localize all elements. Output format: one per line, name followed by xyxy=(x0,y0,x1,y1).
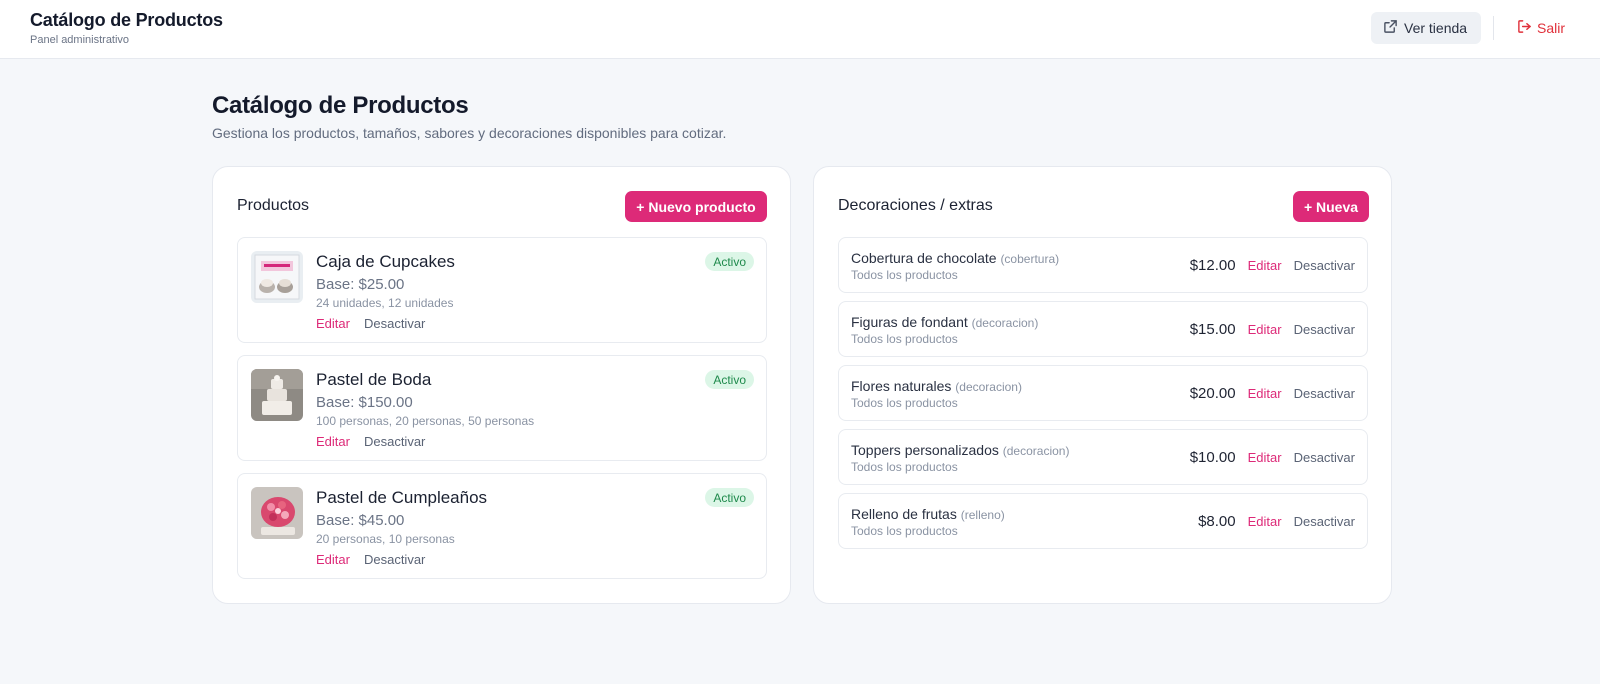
decoration-scope: Todos los productos xyxy=(851,396,958,410)
decorations-list: Cobertura de chocolate (cobertura) Todos… xyxy=(838,237,1368,557)
logout-button[interactable]: Salir xyxy=(1517,12,1565,44)
product-name: Pastel de Cumpleaños xyxy=(316,488,488,507)
products-panel: Productos + Nuevo producto Caja de Cupca… xyxy=(212,166,791,604)
deactivate-decoration-link[interactable]: Desactivar xyxy=(1294,386,1355,401)
products-title: Productos xyxy=(237,197,310,214)
header-divider xyxy=(1493,16,1494,40)
edit-decoration-link[interactable]: Editar xyxy=(1248,450,1282,465)
edit-product-link[interactable]: Editar xyxy=(316,434,350,449)
app-subtitle: Panel administrativo xyxy=(30,34,130,46)
edit-decoration-link[interactable]: Editar xyxy=(1248,322,1282,337)
edit-product-link[interactable]: Editar xyxy=(316,552,350,567)
product-card: Caja de Cupcakes Base: $25.00 24 unidade… xyxy=(237,237,767,343)
page-subtitle: Gestiona los productos, tamaños, sabores… xyxy=(212,125,727,141)
edit-decoration-link[interactable]: Editar xyxy=(1248,258,1282,273)
status-badge: Activo xyxy=(705,488,754,507)
decoration-name: Figuras de fondant xyxy=(851,314,968,330)
product-actions: Editar Desactivar xyxy=(316,434,425,449)
decoration-scope: Todos los productos xyxy=(851,332,958,346)
product-base-price: Base: $25.00 xyxy=(316,276,405,293)
product-base-price: Base: $45.00 xyxy=(316,512,405,529)
decoration-type: (decoracion) xyxy=(955,380,1022,394)
logout-label: Salir xyxy=(1537,20,1566,36)
products-list: Caja de Cupcakes Base: $25.00 24 unidade… xyxy=(237,237,767,591)
decoration-row: Toppers personalizados (decoracion) Todo… xyxy=(838,429,1368,485)
decoration-row: Cobertura de chocolate (cobertura) Todos… xyxy=(838,237,1368,293)
product-image xyxy=(251,487,303,539)
product-sizes: 24 unidades, 12 unidades xyxy=(316,296,454,310)
decoration-type: (cobertura) xyxy=(1000,252,1060,266)
product-sizes: 20 personas, 10 personas xyxy=(316,532,455,546)
product-sizes: 100 personas, 20 personas, 50 personas xyxy=(316,414,535,428)
external-link-icon xyxy=(1383,19,1398,37)
product-actions: Editar Desactivar xyxy=(316,552,425,567)
deactivate-product-link[interactable]: Desactivar xyxy=(364,434,425,449)
decorations-title: Decoraciones / extras xyxy=(838,197,993,214)
decoration-name: Relleno de frutas xyxy=(851,506,957,522)
decoration-price: $12.00 xyxy=(1189,256,1236,274)
decoration-row: Figuras de fondant (decoracion) Todos lo… xyxy=(838,301,1368,357)
deactivate-decoration-link[interactable]: Desactivar xyxy=(1294,258,1355,273)
logout-icon xyxy=(1517,19,1532,37)
decoration-price: $20.00 xyxy=(1189,384,1236,402)
decoration-price: $8.00 xyxy=(1198,512,1236,530)
view-store-button[interactable]: Ver tienda xyxy=(1371,12,1481,44)
status-badge: Activo xyxy=(705,252,754,271)
new-decoration-button[interactable]: + Nueva xyxy=(1293,191,1369,222)
decoration-type: (decoracion) xyxy=(971,316,1039,330)
decoration-type: (relleno) xyxy=(960,508,1005,522)
product-name: Pastel de Boda xyxy=(316,370,432,389)
product-card: Pastel de Boda Base: $150.00 100 persona… xyxy=(237,355,767,461)
product-card: Pastel de Cumpleaños Base: $45.00 20 per… xyxy=(237,473,767,579)
deactivate-product-link[interactable]: Desactivar xyxy=(364,552,425,567)
deactivate-decoration-link[interactable]: Desactivar xyxy=(1294,450,1355,465)
app-title: Catálogo de Productos xyxy=(30,10,223,30)
decoration-type: (decoracion) xyxy=(1002,444,1070,458)
view-store-label: Ver tienda xyxy=(1404,20,1468,36)
product-image xyxy=(251,251,303,303)
product-name: Caja de Cupcakes xyxy=(316,252,455,271)
edit-decoration-link[interactable]: Editar xyxy=(1248,514,1282,529)
decoration-scope: Todos los productos xyxy=(851,268,958,282)
edit-decoration-link[interactable]: Editar xyxy=(1248,386,1282,401)
decorations-panel: Decoraciones / extras + Nueva Cobertura … xyxy=(813,166,1392,604)
decoration-scope: Todos los productos xyxy=(851,524,958,538)
deactivate-product-link[interactable]: Desactivar xyxy=(364,316,425,331)
decoration-name: Flores naturales xyxy=(851,378,952,394)
deactivate-decoration-link[interactable]: Desactivar xyxy=(1294,514,1355,529)
decoration-name: Toppers personalizados xyxy=(851,442,999,458)
page-title: Catálogo de Productos xyxy=(212,92,469,119)
status-badge: Activo xyxy=(705,370,754,389)
decoration-name: Cobertura de chocolate xyxy=(851,250,997,266)
decoration-row: Relleno de frutas (relleno) Todos los pr… xyxy=(838,493,1368,549)
deactivate-decoration-link[interactable]: Desactivar xyxy=(1294,322,1355,337)
product-base-price: Base: $150.00 xyxy=(316,394,413,411)
decoration-row: Flores naturales (decoracion) Todos los … xyxy=(838,365,1368,421)
decoration-scope: Todos los productos xyxy=(851,460,958,474)
product-image xyxy=(251,369,303,421)
product-actions: Editar Desactivar xyxy=(316,316,425,331)
decoration-price: $15.00 xyxy=(1189,320,1236,338)
decoration-price: $10.00 xyxy=(1189,448,1236,466)
top-bar: Catálogo de Productos Panel administrati… xyxy=(0,0,1600,59)
new-product-button[interactable]: + Nuevo producto xyxy=(625,191,767,222)
edit-product-link[interactable]: Editar xyxy=(316,316,350,331)
